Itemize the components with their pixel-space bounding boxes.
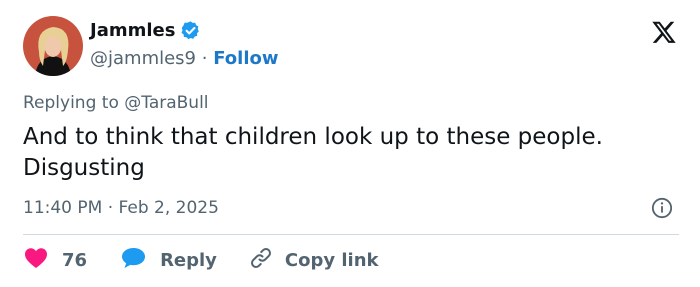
author-handle[interactable]: @jammles9 [90, 48, 196, 69]
link-icon [249, 246, 273, 275]
like-button[interactable]: 76 [24, 247, 87, 274]
copy-link-label: Copy link [284, 249, 379, 271]
heart-icon [24, 247, 48, 274]
reply-button[interactable]: Reply [121, 247, 217, 274]
tweet-text: And to think that children look up to th… [23, 124, 603, 181]
like-count: 76 [62, 249, 88, 271]
avatar[interactable] [23, 16, 83, 76]
author-name[interactable]: Jammles [90, 20, 175, 41]
verified-badge-icon [180, 20, 201, 41]
copy-link-button[interactable]: Copy link [249, 246, 379, 275]
divider [23, 234, 679, 235]
action-bar: 76 Reply Copy link [24, 246, 379, 275]
author-name-row: Jammles [90, 20, 201, 41]
tweet-timestamp[interactable]: 11:40 PM · Feb 2, 2025 [23, 198, 219, 218]
speech-bubble-icon [121, 247, 146, 274]
follow-button[interactable]: Follow [213, 48, 278, 69]
reply-label: Reply [160, 249, 217, 271]
info-icon[interactable] [651, 197, 673, 219]
replying-to: Replying to @TaraBull [23, 93, 209, 113]
x-logo-icon[interactable] [651, 19, 677, 45]
handle-separator: · [201, 48, 208, 69]
handle-row: @jammles9 · Follow [90, 48, 279, 69]
